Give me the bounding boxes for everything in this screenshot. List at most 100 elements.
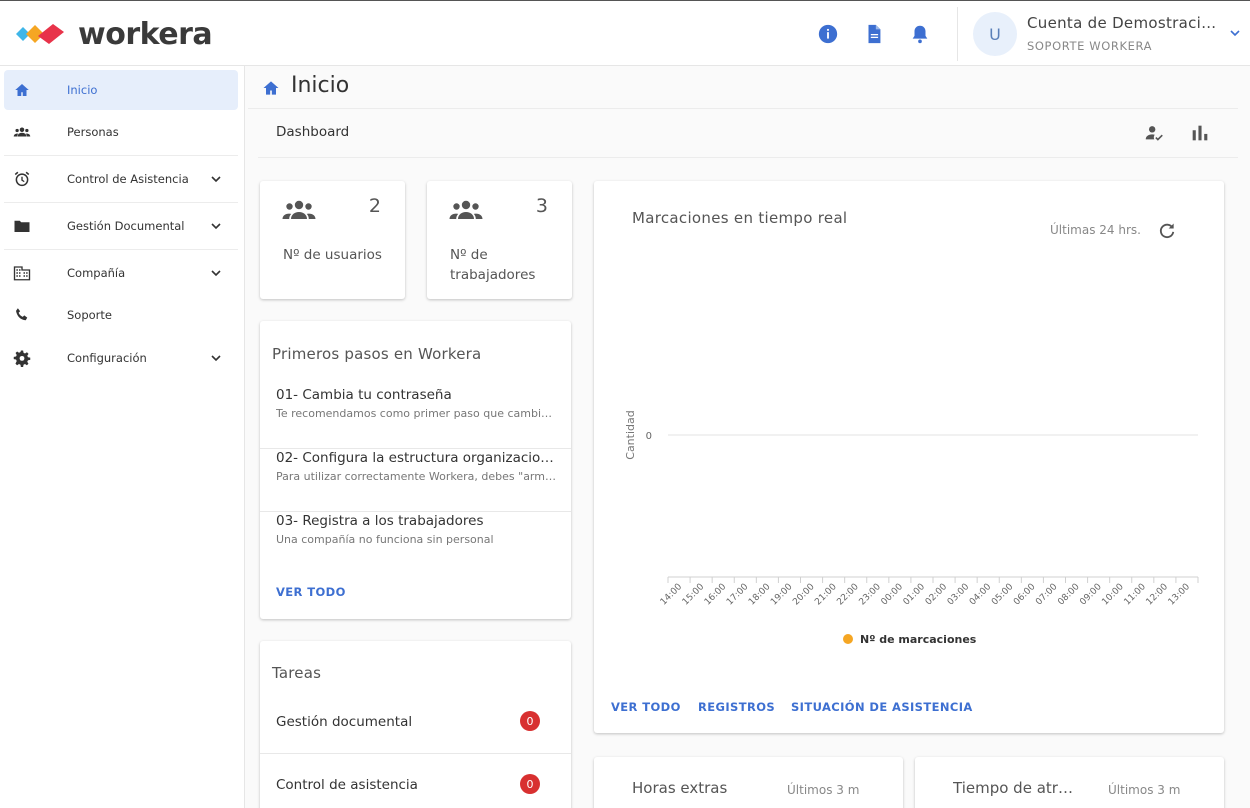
y-axis-label: Cantidad [624, 410, 637, 459]
x-tick-label: 09:00 [1078, 582, 1104, 608]
logo-text: workera [78, 16, 213, 52]
x-tick-label: 14:00 [659, 582, 685, 608]
x-tick-label: 19:00 [769, 582, 795, 608]
sidebar-item-label: Configuración [67, 351, 147, 365]
avatar[interactable]: U [973, 12, 1017, 56]
y-tick-label: 0 [646, 431, 652, 442]
users-count: 2 [368, 195, 381, 217]
overtime-title: Horas extras [632, 779, 728, 797]
first-step-item[interactable]: 02- Configura la estructura organizacion… [260, 450, 571, 512]
legend-swatch [843, 634, 853, 644]
records-button[interactable]: REGISTROS [698, 700, 775, 714]
task-label: Gestión documental [276, 714, 413, 730]
x-tick-label: 00:00 [880, 582, 906, 608]
app-header: workera U Cuenta de Demostración SOPORTE… [0, 0, 1250, 66]
chevron-down-icon [211, 355, 221, 362]
people-icon [449, 200, 483, 219]
bar-chart-icon[interactable] [1189, 122, 1211, 144]
x-tick-label: 18:00 [747, 582, 773, 608]
sidebar-item-personas[interactable]: Personas [4, 112, 238, 152]
workera-logo-mark [16, 24, 64, 44]
title-divider [248, 108, 1238, 109]
task-count-badge: 0 [520, 711, 540, 731]
overtime-card: Horas extras Últimos 3 m [594, 757, 903, 808]
delay-time-title: Tiempo de atraso [953, 779, 1078, 797]
chart-view-all-button[interactable]: VER TODO [611, 700, 681, 714]
x-tick-label: 20:00 [791, 582, 817, 608]
task-row-control-asistencia[interactable]: Control de asistencia 0 [260, 754, 571, 808]
x-tick-label: 05:00 [990, 582, 1016, 608]
first-step-item[interactable]: 01- Cambia tu contraseña Te recomendamos… [260, 387, 571, 449]
workera-logo[interactable]: workera [14, 16, 213, 52]
building-icon [13, 266, 31, 281]
sidebar-item-label: Control de Asistencia [67, 172, 189, 186]
attendance-status-button[interactable]: SITUACIÓN DE ASISTENCIA [791, 700, 973, 714]
account-name[interactable]: Cuenta de Demostración [1027, 14, 1219, 32]
users-label: Nº de usuarios [283, 247, 382, 263]
people-icon [13, 127, 31, 137]
sidebar-item-label: Soporte [67, 308, 112, 322]
subbar-divider [258, 157, 1238, 158]
first-step-item[interactable]: 03- Registra a los trabajadores Una comp… [260, 513, 571, 575]
people-icon [282, 200, 316, 219]
step-title: 01- Cambia tu contraseña [276, 387, 452, 403]
page-title: Inicio [291, 73, 350, 98]
sidebar-item-label: Compañía [67, 266, 126, 280]
home-icon [263, 81, 279, 95]
task-count-badge: 0 [520, 774, 540, 794]
x-tick-label: 04:00 [968, 582, 994, 608]
stat-card-workers: 3 Nº de trabajadores [427, 181, 572, 299]
x-tick-label: 12:00 [1145, 582, 1171, 608]
first-steps-view-all-button[interactable]: VER TODO [276, 585, 346, 599]
x-tick-label: 01:00 [902, 582, 928, 608]
sidebar: Inicio Personas Control de Asistencia Ge… [0, 66, 245, 808]
account-organization: SOPORTE WORKERA [1027, 39, 1153, 53]
x-tick-label: 21:00 [813, 582, 839, 608]
realtime-markings-chart: Cantidad 014:0015:0016:0017:0018:0019:002… [624, 410, 1199, 646]
x-tick-label: 16:00 [703, 582, 729, 608]
tasks-title: Tareas [272, 664, 322, 682]
sidebar-item-inicio[interactable]: Inicio [4, 70, 238, 110]
x-tick-label: 06:00 [1012, 582, 1038, 608]
chevron-down-icon[interactable] [1227, 25, 1243, 41]
task-row-gestion-documental[interactable]: Gestión documental 0 [260, 691, 571, 754]
document-icon[interactable] [863, 23, 885, 45]
dashboard-label: Dashboard [276, 124, 350, 140]
alarm-clock-icon [14, 171, 30, 187]
step-title: 02- Configura la estructura organizacion… [276, 450, 558, 466]
delay-time-card: Tiempo de atraso Últimos 3 m [915, 757, 1224, 808]
x-tick-label: 07:00 [1034, 582, 1060, 608]
sidebar-divider [4, 202, 238, 203]
step-description: Una compañía no funciona sin personal [276, 533, 494, 546]
sidebar-item-control-asistencia[interactable]: Control de Asistencia [4, 159, 238, 199]
x-tick-label: 08:00 [1056, 582, 1082, 608]
x-tick-label: 03:00 [946, 582, 972, 608]
x-tick-label: 02:00 [924, 582, 950, 608]
phone-icon [16, 308, 28, 321]
x-tick-label: 15:00 [681, 582, 707, 608]
tasks-card: Tareas Gestión documental 0 Control de a… [260, 641, 571, 808]
gear-icon [13, 350, 31, 367]
first-steps-title: Primeros pasos en Workera [272, 345, 482, 363]
bell-icon[interactable] [909, 23, 931, 45]
delay-time-range: Últimos 3 m [1108, 783, 1181, 797]
sidebar-divider [4, 155, 238, 156]
sidebar-item-gestion-documental[interactable]: Gestión Documental [4, 206, 238, 246]
folder-icon [14, 220, 30, 232]
home-icon [15, 84, 29, 96]
x-tick-label: 11:00 [1123, 582, 1149, 608]
stat-card-users: 2 Nº de usuarios [260, 181, 405, 299]
sidebar-item-label: Inicio [67, 83, 98, 97]
info-icon[interactable] [817, 23, 839, 45]
sidebar-divider [4, 249, 238, 250]
sidebar-item-soporte[interactable]: Soporte [4, 295, 238, 335]
sidebar-item-configuracion[interactable]: Configuración [4, 338, 238, 378]
legend-label: Nº de marcaciones [860, 633, 977, 646]
workers-count: 3 [535, 195, 548, 217]
user-check-icon[interactable] [1143, 122, 1165, 144]
step-description: Para utilizar correctamente Workera, deb… [276, 470, 558, 483]
step-description: Te recomendamos como primer paso que cam… [276, 407, 558, 420]
sidebar-item-compania[interactable]: Compañía [4, 253, 238, 293]
task-label: Control de asistencia [276, 777, 418, 793]
x-tick-label: 13:00 [1167, 582, 1193, 608]
